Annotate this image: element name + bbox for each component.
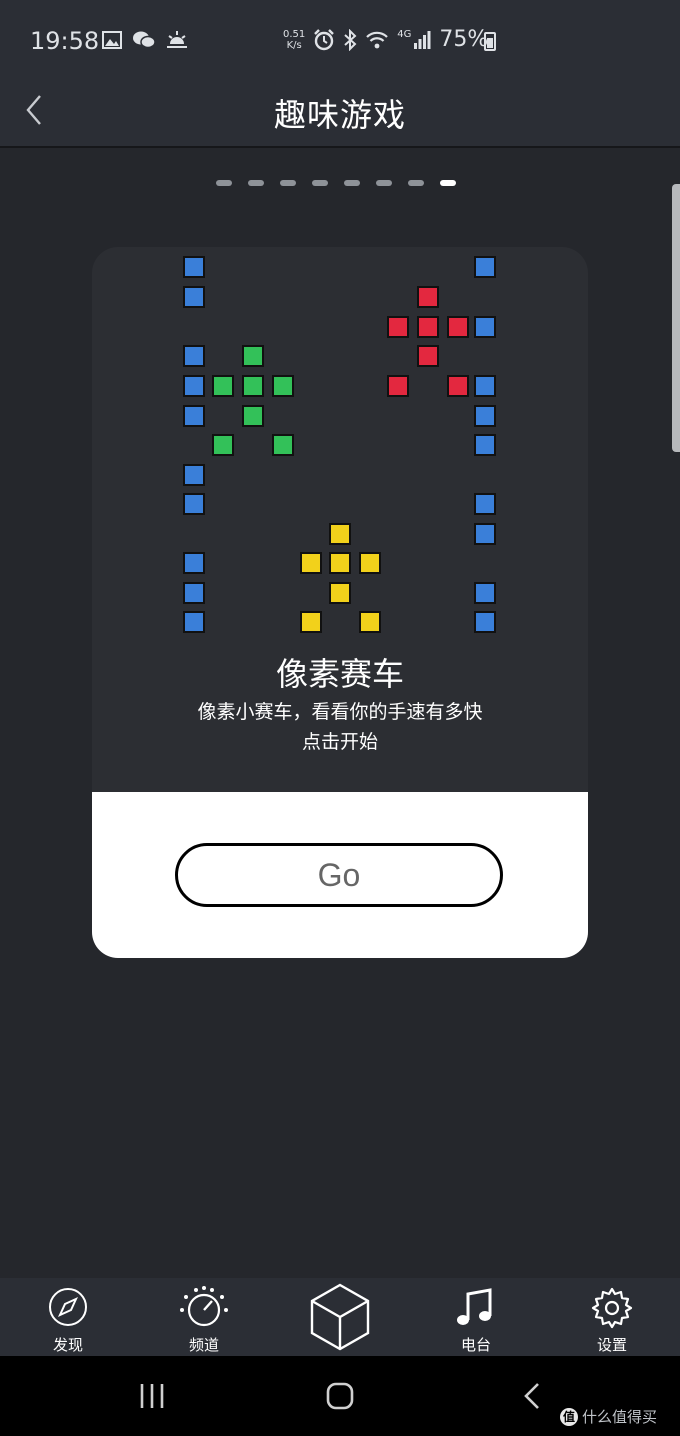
red-car-block: [387, 316, 409, 338]
page-dot[interactable]: [344, 180, 360, 186]
watermark-text: 什么值得买: [582, 1408, 658, 1426]
wall-block: [474, 405, 496, 427]
wall-block: [183, 493, 205, 515]
page-indicator: [216, 180, 456, 186]
tab-settings[interactable]: 设置: [544, 1278, 680, 1356]
wall-block: [183, 345, 205, 367]
tab-channels[interactable]: 频道: [136, 1278, 272, 1356]
status-bar: 19:58 0.51 K/s 4G 75%: [0, 0, 680, 76]
green-car-block: [212, 434, 234, 456]
battery-icon: [484, 32, 496, 51]
wall-block: [183, 405, 205, 427]
cube-icon: [310, 1283, 370, 1351]
weather-notification-icon: [167, 31, 187, 48]
wall-block: [474, 256, 496, 278]
wall-block: [474, 523, 496, 545]
player-car-block: [329, 523, 351, 545]
wechat-notification-icon: [133, 31, 156, 49]
red-car-block: [417, 286, 439, 308]
alarm-icon: [314, 28, 335, 50]
wall-block: [474, 316, 496, 338]
page-dot-active[interactable]: [440, 180, 456, 186]
page-dot[interactable]: [216, 180, 232, 186]
player-car-block: [329, 582, 351, 604]
wall-block: [183, 286, 205, 308]
green-car-block: [242, 405, 264, 427]
game-start-hint: 点击开始: [301, 731, 378, 753]
wall-block: [183, 611, 205, 633]
tab-label: 设置: [596, 1336, 627, 1354]
gear-icon: [591, 1287, 633, 1329]
wall-block: [183, 375, 205, 397]
battery-percent: 75%: [439, 27, 489, 52]
compass-icon: [49, 1288, 87, 1326]
player-car-block: [359, 552, 381, 574]
go-button[interactable]: Go: [175, 843, 503, 907]
bottom-tab-bar: 发现 频道 电台 设置: [0, 1278, 680, 1356]
image-notification-icon: [102, 31, 122, 49]
green-car-block: [242, 345, 264, 367]
wall-block: [474, 582, 496, 604]
tab-label: 频道: [188, 1336, 219, 1354]
red-car-block: [417, 345, 439, 367]
wifi-icon: [366, 31, 389, 48]
green-car-block: [272, 375, 294, 397]
green-car-block: [272, 434, 294, 456]
signal-icon: [414, 30, 431, 49]
page-dot[interactable]: [376, 180, 392, 186]
net-speed: 0.51 K/s: [283, 28, 306, 51]
tab-label: 电台: [460, 1336, 491, 1354]
game-card: 像素赛车 像素小赛车，看看你的手速有多快 点击开始 Go: [92, 247, 588, 958]
red-car-block: [387, 375, 409, 397]
player-car-block: [329, 552, 351, 574]
wall-block: [183, 256, 205, 278]
network-type: 4G: [397, 29, 412, 40]
wall-block: [474, 611, 496, 633]
scrollbar[interactable]: [672, 184, 680, 452]
red-car-block: [447, 316, 469, 338]
dial-icon: [180, 1286, 228, 1327]
wall-block: [183, 582, 205, 604]
tab-center[interactable]: [272, 1278, 408, 1356]
music-note-icon: [457, 1288, 492, 1325]
player-car-block: [359, 611, 381, 633]
status-time: 19:58: [30, 27, 100, 55]
page-dot[interactable]: [312, 180, 328, 186]
red-car-block: [417, 316, 439, 338]
game-description: 像素小赛车，看看你的手速有多快: [197, 701, 483, 723]
page-dot[interactable]: [280, 180, 296, 186]
card-action-area: Go: [92, 792, 588, 958]
app-header: 趣味游戏: [0, 76, 680, 148]
wall-block: [474, 493, 496, 515]
watermark-logo: 值: [560, 1407, 578, 1426]
wall-block: [474, 375, 496, 397]
green-car-block: [242, 375, 264, 397]
tab-label: 发现: [52, 1336, 83, 1354]
home-icon[interactable]: [326, 1382, 354, 1410]
wall-block: [183, 464, 205, 486]
recent-apps-icon[interactable]: [138, 1382, 166, 1410]
tab-discover[interactable]: 发现: [0, 1278, 136, 1356]
green-car-block: [212, 375, 234, 397]
watermark: 值 什么值得买: [560, 1406, 657, 1427]
bluetooth-icon: [344, 28, 357, 51]
page-title: 趣味游戏: [273, 96, 406, 134]
game-title: 像素赛车: [275, 655, 404, 693]
system-back-icon[interactable]: [520, 1382, 544, 1410]
tab-radio[interactable]: 电台: [408, 1278, 544, 1356]
wall-block: [474, 434, 496, 456]
player-car-block: [300, 552, 322, 574]
red-car-block: [447, 375, 469, 397]
page-dot[interactable]: [248, 180, 264, 186]
page-dot[interactable]: [408, 180, 424, 186]
player-car-block: [300, 611, 322, 633]
wall-block: [183, 552, 205, 574]
